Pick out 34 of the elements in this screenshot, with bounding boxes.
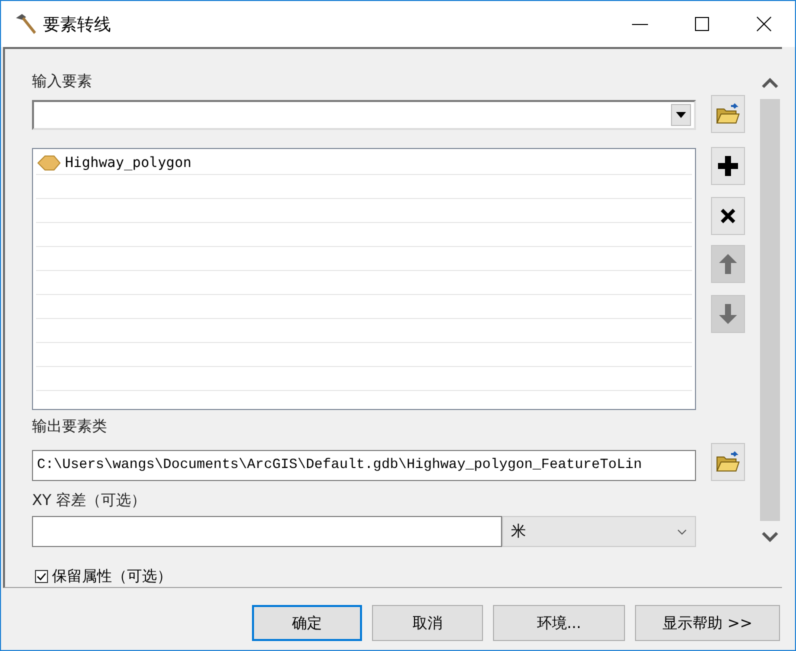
field-label: 输出要素类 (32, 416, 108, 436)
add-button[interactable] (711, 147, 745, 185)
arrow-up-icon (718, 253, 738, 275)
scrollbar-thumb[interactable] (760, 99, 780, 521)
browse-button[interactable] (711, 443, 745, 481)
dropdown-arrow-icon (676, 112, 686, 118)
polygon-icon (36, 154, 62, 172)
close-icon[interactable] (756, 16, 772, 32)
chevron-down-icon (677, 528, 687, 534)
window-title: 要素转线 (43, 14, 111, 36)
checkbox[interactable] (35, 570, 48, 583)
scroll-up-icon[interactable] (760, 77, 780, 89)
unit-dropdown[interactable]: 米 (502, 516, 696, 547)
dialog-button[interactable]: 取消 (372, 605, 483, 641)
dialog-button[interactable]: 确定 (252, 605, 362, 641)
input-dropdown[interactable] (32, 100, 696, 130)
dialog-button[interactable]: 环境... (493, 605, 625, 641)
remove-button[interactable] (711, 197, 745, 235)
maximize-icon[interactable] (694, 16, 710, 32)
field-label: XY 容差（可选） (32, 490, 148, 510)
list-item[interactable]: Highway_polygon (65, 154, 192, 170)
browse-button[interactable] (711, 95, 745, 133)
folder-icon (715, 102, 741, 126)
arrow-down-icon (718, 303, 738, 325)
tolerance-field[interactable] (32, 516, 502, 547)
folder-icon (715, 450, 741, 474)
dialog-button[interactable]: 显示帮助 >> (635, 605, 780, 641)
plus-icon (717, 155, 739, 177)
checkbox-label: 保留属性（可选） (52, 567, 172, 586)
close-icon (720, 208, 736, 224)
scroll-down-icon[interactable] (760, 531, 780, 543)
field-label: 输入要素 (32, 71, 93, 91)
unit-value: 米 (510, 522, 526, 541)
output-field[interactable]: C:\Users\wangs\Documents\ArcGIS\Default.gdb\Highway_polygon_FeatureToLin (32, 450, 696, 481)
